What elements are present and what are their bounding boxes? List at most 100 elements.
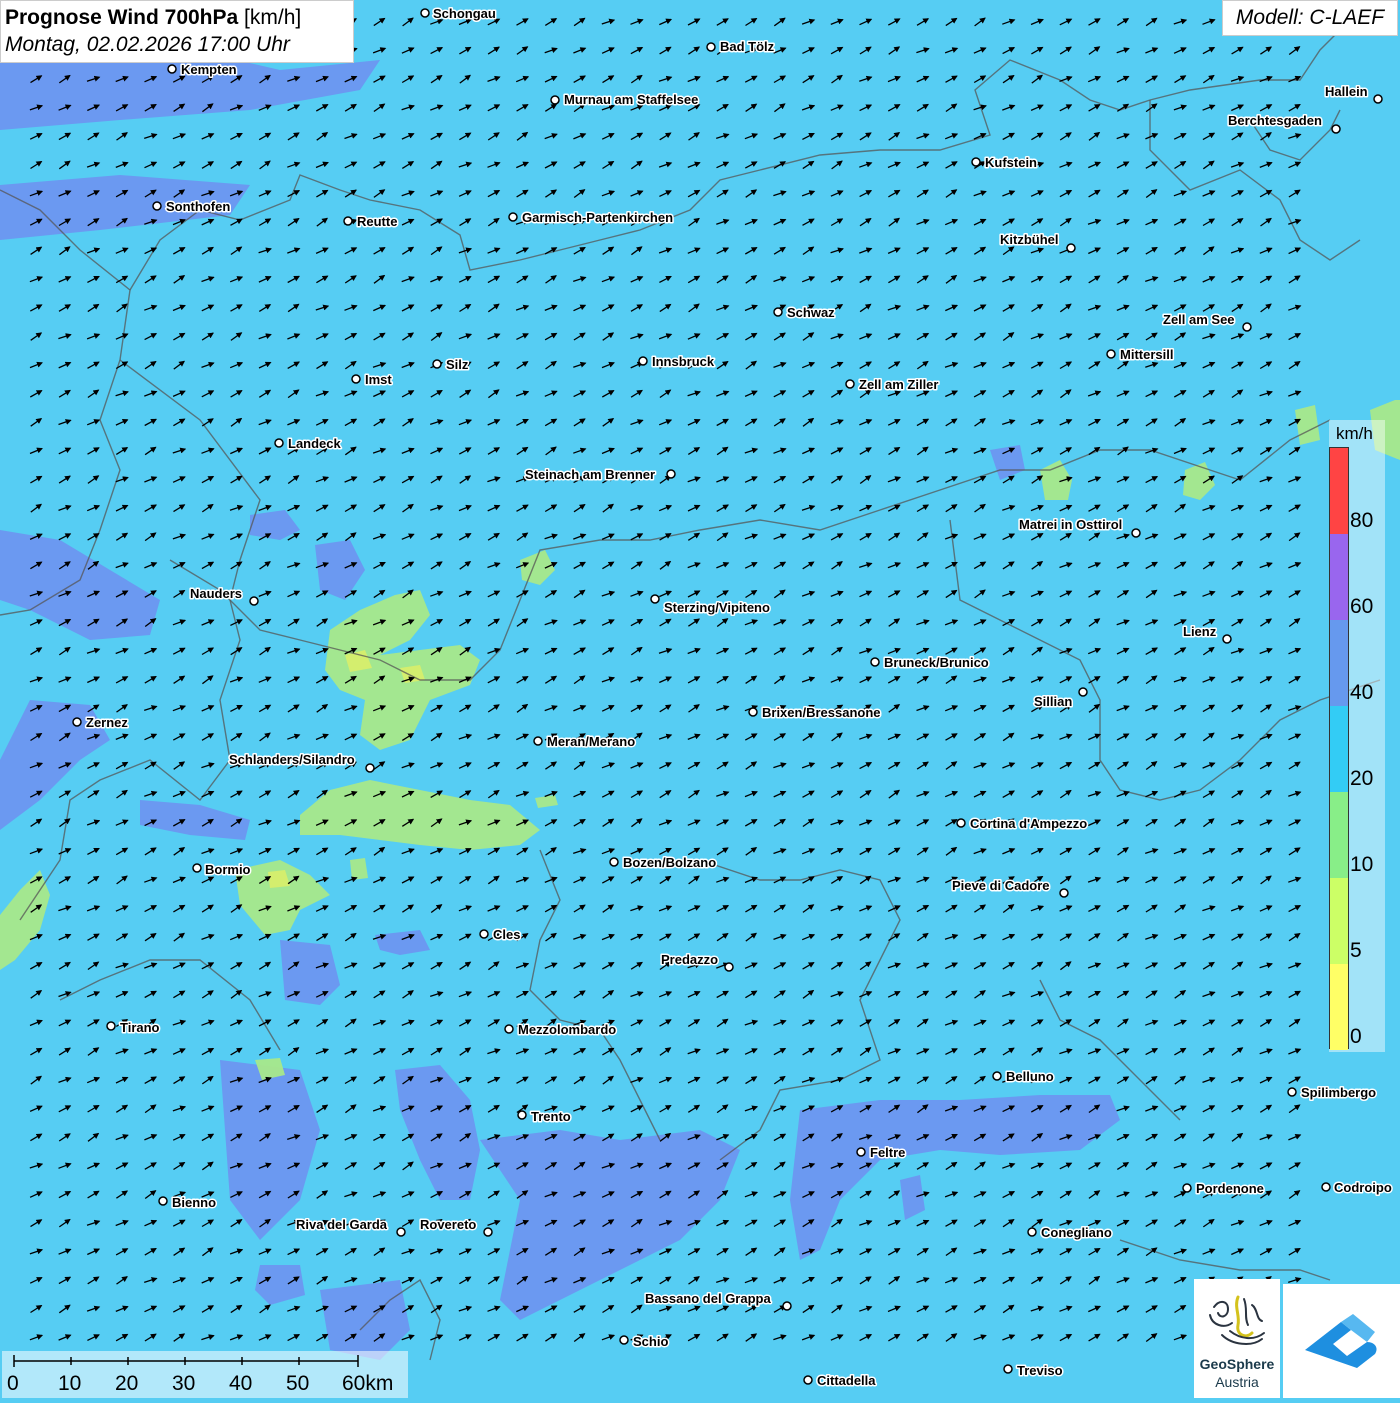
city-dot: [517, 1110, 527, 1120]
city-label: Bormio: [205, 862, 251, 877]
forecast-datetime: Montag, 02.02.2026 17:00 Uhr: [5, 33, 290, 56]
city-label: Rovereto: [420, 1217, 476, 1232]
city-dot: [1287, 1087, 1297, 1097]
city-label: Mezzolombardo: [518, 1022, 616, 1037]
legend-tick-label: 20: [1350, 767, 1374, 790]
city-dot: [650, 594, 660, 604]
city-label: Brixen/Bressanone: [762, 705, 881, 720]
city-dot: [106, 1021, 116, 1031]
city-dot: [845, 379, 855, 389]
city-label: Kufstein: [985, 155, 1037, 170]
city-dot: [152, 201, 162, 211]
scale-label: 10: [58, 1372, 82, 1395]
legend-color-segment: [1330, 964, 1348, 1050]
city-dot: [609, 857, 619, 867]
city-label: Spilimbergo: [1301, 1085, 1376, 1100]
city-label: Codroipo: [1334, 1180, 1392, 1195]
legend-color-segment: [1330, 620, 1348, 706]
city-label: Sterzing/Vipiteno: [664, 600, 770, 615]
city-dot: [1131, 528, 1141, 538]
city-label: Meran/Merano: [547, 734, 635, 749]
city-dot: [167, 64, 177, 74]
map-title: Prognose Wind 700hPa [km/h]: [5, 5, 349, 31]
scale-label: 50: [286, 1372, 310, 1395]
city-dot: [856, 1147, 866, 1157]
city-dot: [803, 1375, 813, 1385]
city-dot: [706, 42, 716, 52]
city-dot: [432, 359, 442, 369]
legend-tick-label: 60: [1350, 595, 1374, 618]
city-label: Hallein: [1325, 84, 1368, 99]
city-dot: [351, 374, 361, 384]
city-label: Reutte: [357, 214, 397, 229]
scale-label: 30: [172, 1372, 196, 1395]
city-dot: [1182, 1183, 1192, 1193]
app-logo[interactable]: [1283, 1284, 1400, 1398]
city-label: Bad Tölz: [720, 39, 775, 54]
map-title-main: Prognose Wind 700hPa: [5, 6, 239, 29]
legend-color-segment: [1330, 534, 1348, 620]
city-label: Garmisch-Partenkirchen: [522, 210, 673, 225]
scale-label: 0: [7, 1372, 19, 1395]
city-label: Treviso: [1017, 1363, 1063, 1378]
city-dot: [396, 1227, 406, 1237]
city-label: Steinach am Brenner: [525, 467, 655, 482]
city-dot: [870, 657, 880, 667]
city-dot: [504, 1024, 514, 1034]
city-label: Cortina d'Ampezzo: [970, 816, 1087, 831]
city-label: Tirano: [120, 1020, 160, 1035]
legend-tick-label: 40: [1350, 681, 1374, 704]
city-dot: [72, 717, 82, 727]
city-dot: [1331, 124, 1341, 134]
scale-label: 60km: [342, 1372, 394, 1395]
city-dot: [666, 469, 676, 479]
legend-color-segment: [1330, 448, 1348, 534]
city-dot: [992, 1071, 1002, 1081]
city-dot: [748, 707, 758, 717]
legend-color-segment: [1330, 792, 1348, 878]
city-label: Bruneck/Brunico: [884, 655, 989, 670]
city-label: Imst: [365, 372, 392, 387]
city-label: Schwaz: [787, 305, 835, 320]
legend-tick-label: 0: [1350, 1025, 1362, 1048]
scale-label: 40: [229, 1372, 253, 1395]
city-label: Trento: [531, 1109, 571, 1124]
city-dot: [773, 307, 783, 317]
logo-line2: Austria: [1215, 1374, 1259, 1390]
legend-tick-label: 10: [1350, 853, 1374, 876]
map-title-box: Prognose Wind 700hPa [km/h] Montag, 02.0…: [0, 0, 354, 63]
city-dot: [782, 1301, 792, 1311]
city-label: Zernez: [86, 715, 128, 730]
city-dot: [724, 962, 734, 972]
city-dot: [192, 863, 202, 873]
city-label: Schongau: [433, 6, 496, 21]
legend-tick-label: 5: [1350, 939, 1362, 962]
city-dot: [343, 216, 353, 226]
city-dot: [1373, 94, 1383, 104]
city-dot: [483, 1227, 493, 1237]
city-dot: [956, 818, 966, 828]
geosphere-logo[interactable]: GeoSphere Austria: [1194, 1279, 1280, 1398]
city-label: Bozen/Bolzano: [623, 855, 716, 870]
city-label: Zell am Ziller: [859, 377, 938, 392]
city-dot: [274, 438, 284, 448]
city-dot: [638, 356, 648, 366]
city-label: Kempten: [181, 62, 237, 77]
map-title-unit: [km/h]: [244, 6, 302, 29]
city-label: Matrei in Osttirol: [1019, 517, 1122, 532]
city-label: Sillian: [1034, 694, 1072, 709]
city-label: Sonthofen: [166, 199, 230, 214]
city-label: Schlanders/Silandro: [229, 752, 355, 767]
city-label: Zell am See: [1163, 312, 1235, 327]
city-label: Cittadella: [817, 1373, 876, 1388]
app-logo-icon: [1305, 1314, 1377, 1368]
model-label: Modell: C-LAEF: [1222, 0, 1398, 36]
legend-color-bar: [1329, 447, 1349, 1050]
city-dot: [420, 8, 430, 18]
city-dot: [1066, 243, 1076, 253]
city-dot: [365, 763, 375, 773]
city-dot: [1106, 349, 1116, 359]
city-dot: [619, 1335, 629, 1345]
city-label: Feltre: [870, 1145, 905, 1160]
city-label: Nauders: [190, 586, 242, 601]
